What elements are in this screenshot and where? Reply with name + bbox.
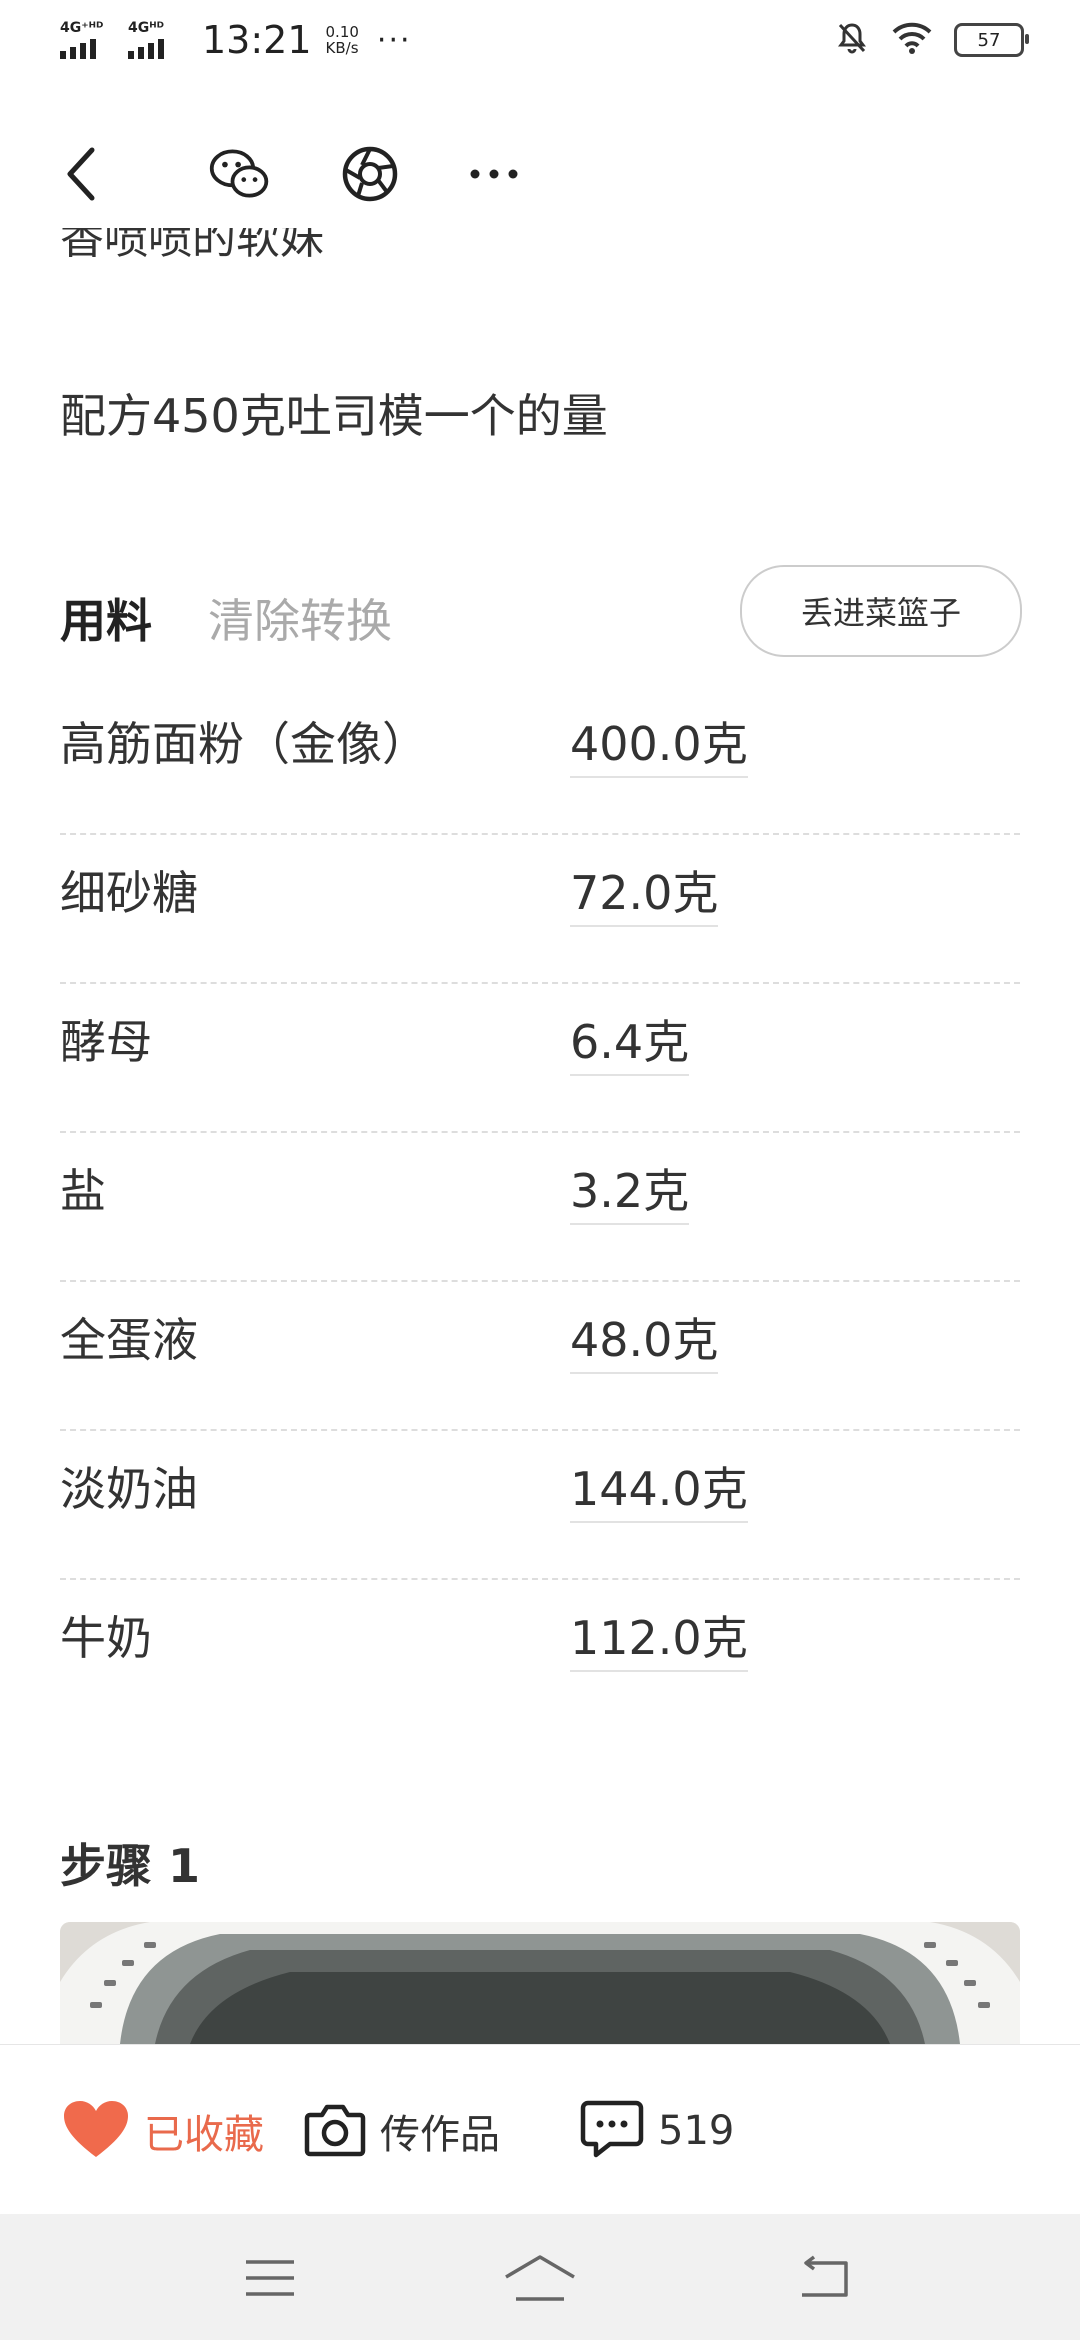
ingredient-amount[interactable]: 72.0克 — [570, 857, 719, 927]
heart-icon — [62, 2099, 130, 2163]
ingredients-header: 用料 清除转换 丢进菜篮子 — [60, 565, 1022, 657]
network-speed-unit: KB/s — [325, 39, 359, 57]
network-speed: 0.10 KB/s — [326, 24, 359, 56]
wechat-icon[interactable] — [208, 142, 272, 206]
signal-bars-icon — [60, 39, 96, 59]
ingredient-amount[interactable]: 400.0克 — [570, 708, 748, 778]
comments-button[interactable]: 519 — [580, 2095, 734, 2167]
status-bar: 4G⁺ᴴᴰ 4Gᴴᴰ 13:21 0.10 KB/s ··· 57 — [0, 0, 1080, 84]
signal-bars-icon — [128, 39, 164, 59]
ingredient-amount[interactable]: 3.2克 — [570, 1155, 690, 1225]
ingredient-row: 酵母 6.4克 — [60, 984, 1020, 1133]
system-nav-bar — [0, 2214, 1080, 2340]
signal-label-2: 4Gᴴᴰ — [128, 20, 164, 36]
status-right: 57 — [834, 20, 1029, 60]
ingredient-row: 高筋面粉（金像） 400.0克 — [60, 686, 1020, 835]
clock: 13:21 — [202, 18, 312, 62]
home-icon[interactable] — [500, 2248, 580, 2308]
upload-work-button[interactable]: 传作品 — [304, 2095, 500, 2167]
add-to-basket-button[interactable]: 丢进菜篮子 — [740, 565, 1022, 657]
step-image[interactable] — [60, 1922, 1020, 2044]
step-title: 步骤 1 — [60, 1839, 201, 1893]
ingredient-name: 高筋面粉（金像） — [60, 717, 428, 771]
battery-indicator: 57 — [954, 23, 1029, 57]
top-toolbar — [0, 120, 1080, 220]
favorite-button[interactable]: 已收藏 — [62, 2095, 264, 2167]
ingredient-row: 盐 3.2克 — [60, 1133, 1020, 1282]
status-more-dots: ··· — [376, 22, 412, 58]
more-dots-icon[interactable] — [462, 142, 526, 206]
ingredient-name: 细砂糖 — [60, 866, 198, 920]
menu-icon[interactable] — [230, 2248, 310, 2308]
wifi-icon — [892, 22, 932, 58]
intro-text-partial: 香喷喷的软妹 — [60, 228, 324, 268]
network-speed-value: 0.10 — [325, 23, 359, 41]
upload-work-label: 传作品 — [380, 2112, 500, 2158]
signal-indicator-1: 4G⁺ᴴᴰ — [60, 21, 118, 59]
back-nav-icon[interactable] — [784, 2248, 864, 2308]
back-arrow-icon[interactable] — [50, 142, 114, 206]
ingredient-name: 全蛋液 — [60, 1313, 198, 1367]
ingredient-amount[interactable]: 144.0克 — [570, 1453, 748, 1523]
moments-shutter-icon[interactable] — [338, 142, 402, 206]
ingredient-amount[interactable]: 48.0克 — [570, 1304, 719, 1374]
ingredient-name: 盐 — [60, 1164, 106, 1218]
comment-bubble-icon — [580, 2099, 644, 2163]
comment-count: 519 — [658, 2108, 735, 2154]
ingredient-amount[interactable]: 112.0克 — [570, 1602, 748, 1672]
ingredient-name: 酵母 — [60, 1015, 152, 1069]
favorite-label: 已收藏 — [144, 2112, 264, 2158]
clear-conversion-link[interactable]: 清除转换 — [208, 585, 392, 651]
ingredient-row: 全蛋液 48.0克 — [60, 1282, 1020, 1431]
camera-icon — [304, 2101, 366, 2161]
ingredient-list: 高筋面粉（金像） 400.0克 细砂糖 72.0克 酵母 6.4克 盐 3.2克… — [60, 686, 1020, 1729]
ingredients-title: 用料 — [60, 594, 152, 648]
bell-muted-icon — [834, 20, 870, 60]
signal-label-1: 4G⁺ᴴᴰ — [60, 20, 104, 36]
status-left: 4G⁺ᴴᴰ 4Gᴴᴰ 13:21 0.10 KB/s ··· — [60, 18, 412, 62]
ingredient-row: 牛奶 112.0克 — [60, 1580, 1020, 1729]
ingredient-name: 牛奶 — [60, 1611, 152, 1665]
ingredient-name: 淡奶油 — [60, 1462, 198, 1516]
signal-indicator-2: 4Gᴴᴰ — [128, 21, 186, 59]
ingredient-row: 细砂糖 72.0克 — [60, 835, 1020, 984]
bottom-action-bar: 已收藏 传作品 519 — [0, 2044, 1080, 2215]
recipe-note: 配方450克吐司模一个的量 — [60, 389, 608, 443]
ingredient-row: 淡奶油 144.0克 — [60, 1431, 1020, 1580]
intro-text: 香喷喷的软妹 — [60, 228, 324, 264]
ingredient-amount[interactable]: 6.4克 — [570, 1006, 690, 1076]
